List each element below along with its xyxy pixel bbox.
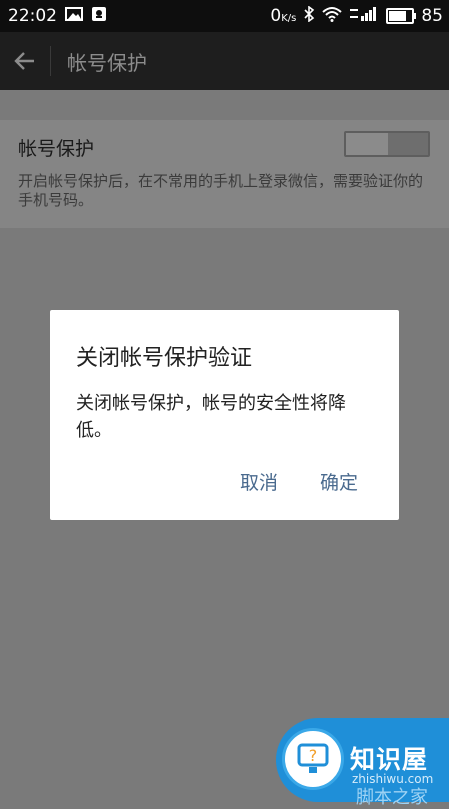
toolbar-divider	[50, 46, 51, 76]
network-speed: 0K/s	[270, 6, 297, 26]
watermark-extra: 脚本之家	[356, 787, 428, 808]
setting-title: 帐号保护	[18, 138, 95, 160]
account-protection-setting: 帐号保护 开启帐号保护后，在不常用的手机上登录微信，需要验证你的手机号码。	[0, 120, 449, 228]
svg-text:?: ?	[309, 746, 318, 765]
wifi-icon	[322, 6, 343, 27]
battery-icon	[386, 8, 417, 24]
confirm-button[interactable]: 确定	[320, 468, 358, 495]
notification-icon	[91, 6, 107, 27]
toggle-knob	[346, 133, 388, 155]
status-bar: 22:02 0K/s 85	[0, 0, 449, 32]
status-time: 22:02	[8, 6, 57, 26]
page-title: 帐号保护	[67, 50, 147, 75]
cancel-button[interactable]: 取消	[240, 468, 278, 495]
battery-percent: 85	[421, 6, 443, 26]
bluetooth-icon	[303, 4, 315, 27]
back-arrow-icon[interactable]	[0, 32, 50, 90]
dialog-message: 关闭帐号保护，帐号的安全性将降低。	[76, 393, 346, 441]
account-protection-toggle[interactable]	[344, 131, 430, 157]
signal-icon	[349, 6, 379, 27]
dialog-title: 关闭帐号保护验证	[76, 346, 253, 371]
watermark-logo-icon: ?	[282, 728, 344, 790]
image-icon	[65, 6, 83, 27]
confirm-dialog: 关闭帐号保护验证 关闭帐号保护，帐号的安全性将降低。 取消 确定	[50, 310, 399, 520]
toolbar: 帐号保护	[0, 32, 449, 90]
watermark-brand: 知识屋	[350, 745, 429, 774]
setting-description: 开启帐号保护后，在不常用的手机上登录微信，需要验证你的手机号码。	[18, 172, 424, 209]
